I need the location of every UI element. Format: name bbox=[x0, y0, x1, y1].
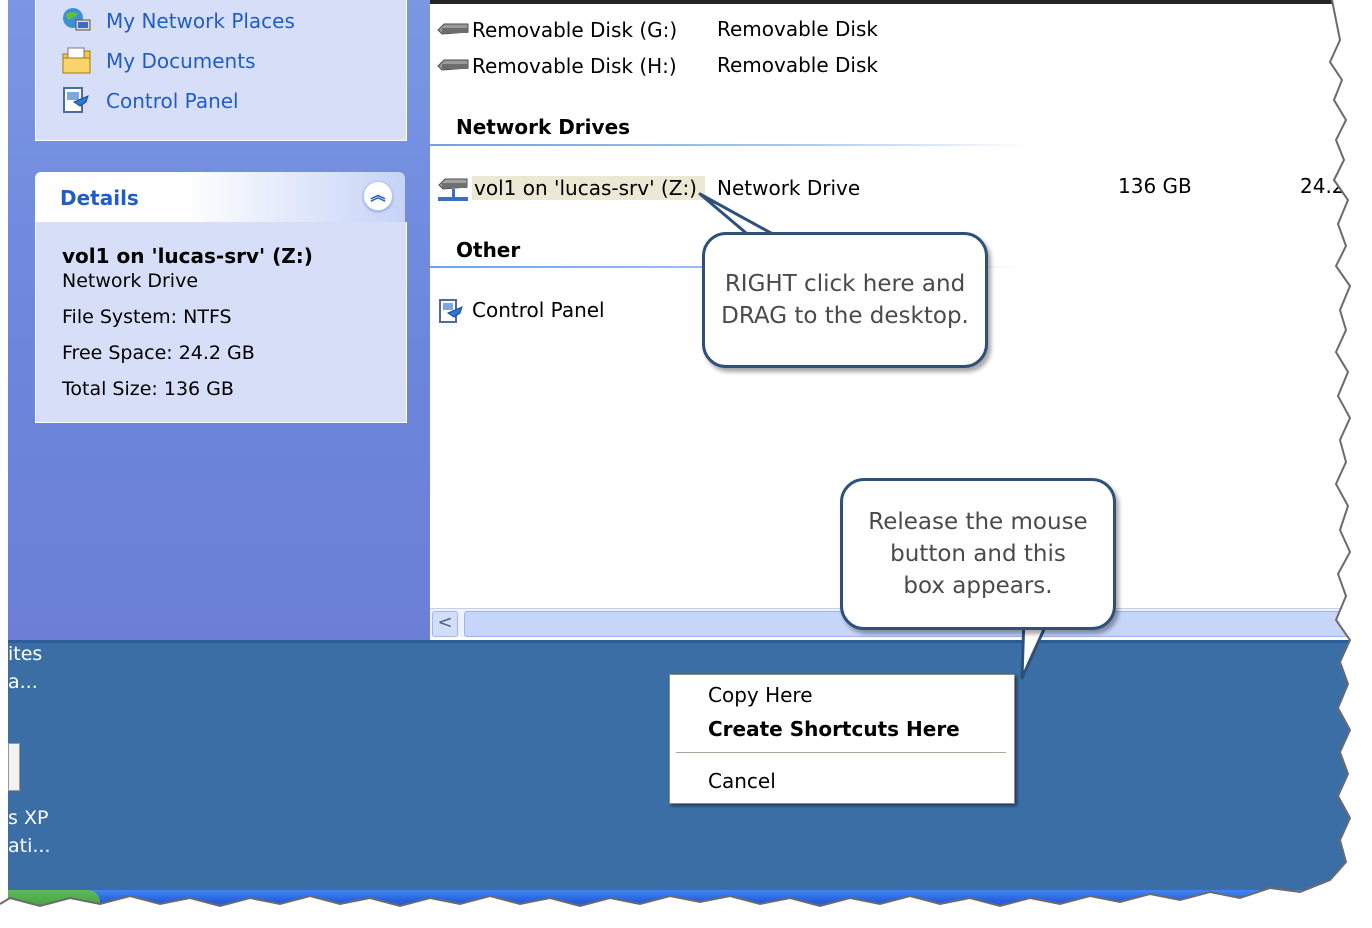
item-name: vol1 on 'lucas-srv' (Z:) bbox=[472, 176, 705, 200]
desktop-icon-label[interactable]: s XP bbox=[8, 807, 48, 829]
task-pane: My Network Places My Documents Control P… bbox=[8, 0, 430, 640]
details-file-system: File System: NTFS bbox=[62, 306, 232, 328]
menu-separator bbox=[676, 752, 1006, 754]
item-type: Removable Disk bbox=[717, 53, 878, 77]
control-panel-icon bbox=[60, 86, 94, 116]
link-my-network-places[interactable]: My Network Places bbox=[60, 6, 295, 36]
list-item-network-drive[interactable]: vol1 on 'lucas-srv' (Z:) bbox=[436, 172, 705, 204]
context-menu: Copy Here Create Shortcuts Here Cancel bbox=[669, 674, 1015, 804]
item-name: Removable Disk (G:) bbox=[472, 18, 678, 42]
link-label: My Network Places bbox=[106, 9, 295, 33]
callout-drag-text: RIGHT click here and DRAG to the desktop… bbox=[721, 271, 969, 329]
list-item-removable-h[interactable]: Removable Disk (H:) bbox=[436, 50, 677, 82]
item-total-size: 136 GB bbox=[1118, 174, 1192, 198]
details-free-space: Free Space: 24.2 GB bbox=[62, 342, 255, 364]
start-button[interactable] bbox=[8, 890, 100, 928]
callout-release: Release the mouse button and this box ap… bbox=[840, 478, 1116, 630]
item-type: Removable Disk bbox=[717, 17, 878, 41]
chevron-up-icon[interactable]: ︽ bbox=[363, 181, 393, 211]
details-header[interactable]: Details ︽ bbox=[35, 172, 405, 222]
link-label: Control Panel bbox=[106, 89, 239, 113]
network-places-icon bbox=[60, 6, 94, 36]
desktop-item-icon[interactable] bbox=[8, 743, 20, 791]
desktop-icon-label[interactable]: a... bbox=[8, 671, 38, 693]
group-title-other: Other bbox=[456, 238, 521, 262]
menu-item-create-shortcuts[interactable]: Create Shortcuts Here bbox=[708, 717, 960, 741]
removable-disk-icon bbox=[436, 18, 470, 42]
callout-release-text: Release the mouse button and this box ap… bbox=[868, 509, 1088, 599]
desktop-icon-label[interactable]: ites bbox=[8, 643, 42, 665]
details-item-name: vol1 on 'lucas-srv' (Z:) bbox=[62, 244, 313, 268]
window-edge bbox=[430, 0, 1372, 4]
menu-item-copy-here[interactable]: Copy Here bbox=[708, 683, 813, 707]
network-drive-icon bbox=[436, 176, 470, 201]
group-divider bbox=[430, 144, 1030, 146]
group-title-network-drives: Network Drives bbox=[456, 115, 631, 139]
list-item-control-panel[interactable]: Control Panel bbox=[436, 294, 605, 326]
item-free-space: 24.2 bbox=[1300, 174, 1345, 198]
taskbar bbox=[8, 890, 1372, 928]
my-documents-icon bbox=[60, 46, 94, 76]
scroll-left-button[interactable]: < bbox=[432, 611, 458, 637]
callout-drag: RIGHT click here and DRAG to the desktop… bbox=[702, 232, 988, 368]
item-name: Removable Disk (H:) bbox=[472, 54, 677, 78]
details-title: Details bbox=[60, 186, 139, 210]
details-item-type: Network Drive bbox=[62, 270, 199, 292]
details-total-size: Total Size: 136 GB bbox=[62, 378, 234, 400]
control-panel-icon bbox=[436, 298, 470, 323]
link-my-documents[interactable]: My Documents bbox=[60, 46, 255, 76]
desktop-icon-label[interactable]: ati... bbox=[8, 835, 51, 857]
link-label: My Documents bbox=[106, 49, 256, 73]
menu-item-cancel[interactable]: Cancel bbox=[708, 769, 776, 793]
removable-disk-icon bbox=[436, 54, 470, 78]
details-panel: vol1 on 'lucas-srv' (Z:) Network Drive F… bbox=[35, 222, 407, 423]
item-name: Control Panel bbox=[472, 298, 605, 322]
link-control-panel[interactable]: Control Panel bbox=[60, 86, 239, 116]
list-item-removable-g[interactable]: Removable Disk (G:) bbox=[436, 14, 677, 46]
other-places-panel: My Network Places My Documents Control P… bbox=[35, 0, 407, 141]
